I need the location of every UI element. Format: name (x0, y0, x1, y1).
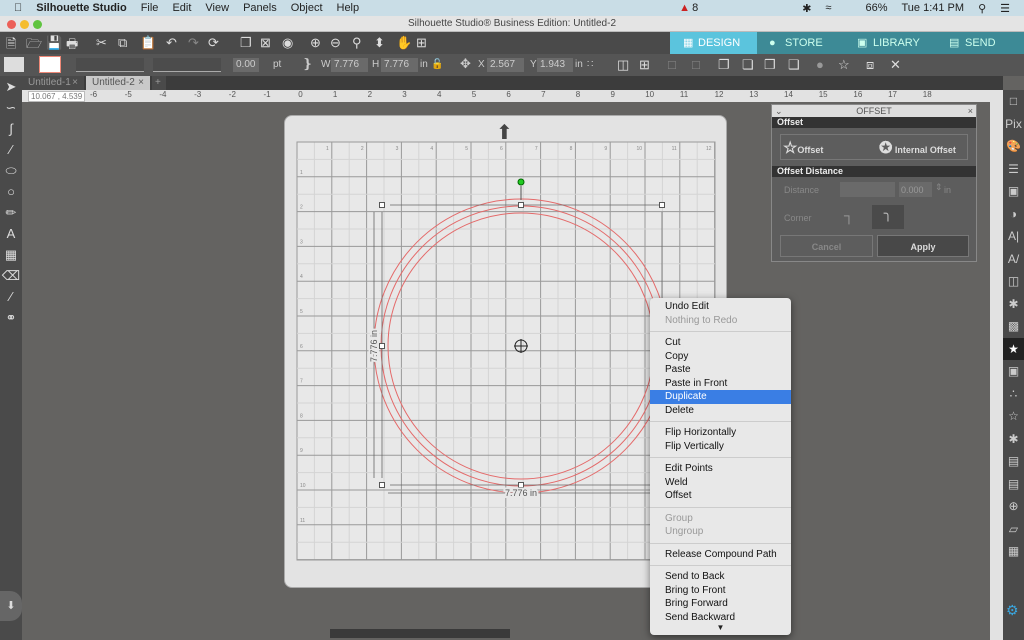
distance-slider[interactable] (840, 182, 895, 197)
cancel-button[interactable]: Cancel (780, 235, 873, 257)
grid-row-label: 5 (300, 309, 303, 315)
grid-row-label: 7 (300, 379, 303, 385)
selection-handle (518, 202, 524, 208)
close-panel-icon[interactable]: × (968, 105, 973, 117)
grid-col-label: 2 (361, 146, 364, 152)
menu-item-copy[interactable]: Copy (650, 350, 791, 364)
internal-offset-button[interactable]: ✪ Internal Offset (879, 138, 956, 158)
selection-handle (659, 202, 665, 208)
menu-item-nothing-to-redo[interactable]: Nothing to Redo (650, 314, 791, 328)
corner-label: Corner (784, 213, 812, 223)
grid-col-label: 4 (430, 146, 433, 152)
menu-separator (650, 331, 791, 332)
grid-row-label: 11 (300, 518, 305, 524)
panel-titlebar: ⌄ OFFSET × (772, 105, 976, 117)
menu-item-cut[interactable]: Cut (650, 336, 791, 350)
grid-col-label: 11 (672, 146, 677, 152)
canvas-overlay: 1 2 3 4 5 6 7 8 9 10 11 1212345678910117.776 in7.77… (296, 141, 716, 561)
grid-col-label: 6 (500, 146, 503, 152)
menu-item-paste-in-front[interactable]: Paste in Front (650, 377, 791, 391)
apply-button[interactable]: Apply (877, 235, 969, 257)
menu-item-flip-horizontally[interactable]: Flip Horizontally (650, 426, 791, 440)
distance-input[interactable]: 0.000 (899, 182, 932, 197)
selection-handle (379, 343, 385, 349)
menu-item-duplicate[interactable]: Duplicate (650, 390, 791, 404)
menu-item-send-backward[interactable]: Send Backward (650, 611, 791, 625)
menu-separator (650, 457, 791, 458)
grid-col-label: 8 (570, 146, 573, 152)
menu-separator (650, 421, 791, 422)
menu-item-bring-forward[interactable]: Bring Forward (650, 597, 791, 611)
grid-col-label: 1 (326, 146, 329, 152)
menu-separator (650, 565, 791, 566)
grid-row-label: 6 (300, 344, 303, 350)
menu-item-ungroup[interactable]: Ungroup (650, 525, 791, 539)
menu-separator (650, 506, 791, 508)
grid-row-label: 9 (300, 448, 303, 454)
rotate-handle (517, 178, 525, 186)
width-dimension-label: 7.776 in (505, 488, 537, 498)
offset-label: Offset (797, 145, 824, 155)
menu-item-weld[interactable]: Weld (650, 476, 791, 490)
grid-col-label: 12 (706, 146, 712, 152)
menu-item-delete[interactable]: Delete (650, 404, 791, 418)
corner-round-icon[interactable]: ╮ (872, 205, 904, 229)
distance-unit: in (944, 185, 952, 195)
grid-col-label: 10 (636, 146, 642, 152)
grid-col-label: 3 (396, 146, 399, 152)
grid-row-label: 3 (300, 239, 303, 245)
menu-item-flip-vertically[interactable]: Flip Vertically (650, 440, 791, 454)
collapse-chevron-icon[interactable]: ⌄ (775, 105, 783, 117)
menu-separator (650, 542, 791, 544)
grid-row-label: 1 (300, 170, 303, 176)
offset-section-header: Offset (772, 117, 976, 128)
menu-item-paste[interactable]: Paste (650, 363, 791, 377)
grid-row-label: 10 (300, 483, 306, 489)
menu-item-edit-points[interactable]: Edit Points (650, 462, 791, 476)
offset-distance-header: Offset Distance (772, 166, 976, 177)
offset-panel: ⌄ OFFSET × Offset ☆Offset ✪ Internal Off… (771, 104, 977, 262)
star-internal-icon: ✪ (879, 140, 893, 157)
context-menu: Undo Edit Nothing to Redo Cut Copy Paste Past… (650, 298, 791, 635)
distance-label: Distance (784, 185, 820, 195)
triangle-down-icon[interactable]: ▼ (650, 624, 791, 632)
menu-item-group[interactable]: Group (650, 512, 791, 526)
grid-row-label: 2 (300, 205, 303, 211)
grid-row-label: 4 (300, 274, 303, 280)
corner-sharp-icon[interactable]: ┐ (844, 207, 864, 227)
menu-item-offset[interactable]: Offset (650, 489, 791, 503)
offset-button[interactable]: ☆Offset (783, 138, 823, 158)
star-outline-icon: ☆ (783, 140, 798, 157)
panel-title: OFFSET (856, 106, 892, 116)
menu-item-bring-to-front[interactable]: Bring to Front (650, 584, 791, 598)
grid-col-label: 9 (604, 146, 607, 152)
grid-col-label: 7 (535, 146, 538, 152)
selection-handle (379, 202, 385, 208)
menu-item-release-compound-path[interactable]: Release Compound Path (650, 548, 791, 562)
menu-item-undo-edit[interactable]: Undo Edit (650, 300, 791, 314)
selection-handle (518, 482, 524, 488)
grid-row-label: 8 (300, 413, 303, 419)
grid-col-label: 5 (465, 146, 468, 152)
distance-stepper-icon[interactable]: ⇕ (935, 182, 943, 193)
horizontal-scrollbar[interactable] (330, 629, 510, 638)
selection-handle (379, 482, 385, 488)
height-dimension-label: 7.776 in (369, 330, 379, 362)
internal-offset-label: Internal Offset (894, 145, 956, 155)
menu-item-send-to-back[interactable]: Send to Back (650, 570, 791, 584)
